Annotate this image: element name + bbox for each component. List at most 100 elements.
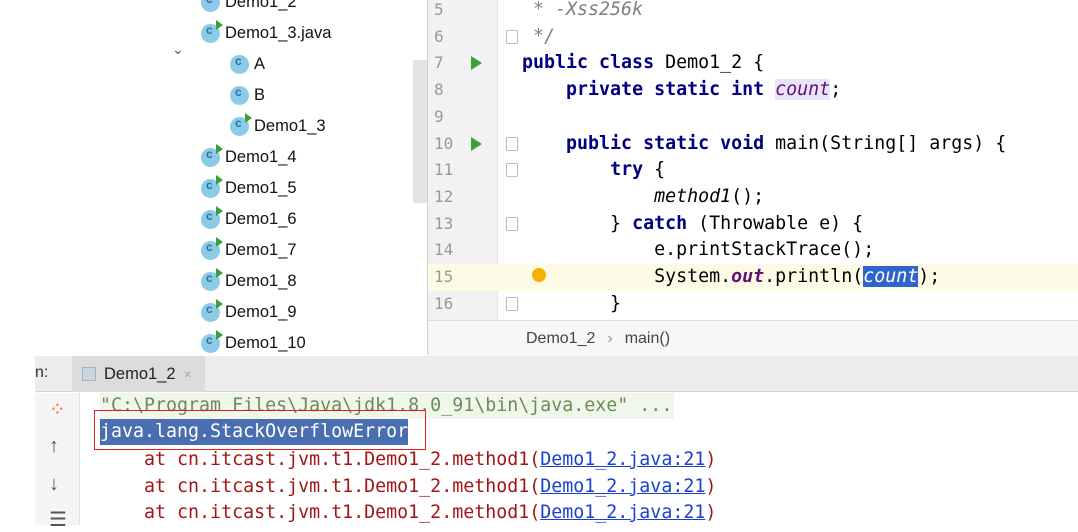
tree-item[interactable]: Demo1_5	[201, 174, 297, 202]
line-number: 7	[434, 53, 444, 73]
java-class-icon	[201, 267, 223, 291]
tree-item-label: Demo1_5	[225, 178, 297, 197]
source-link[interactable]: Demo1_2.java:21	[540, 502, 705, 523]
fold-icon[interactable]	[506, 163, 518, 178]
java-class-icon	[201, 19, 223, 43]
code-text: e.printStackTrace();	[522, 237, 874, 264]
run-panel: n: Demo1_2 × ⁘ ↑ ↓ ☰ "C:\Program Files\J…	[35, 356, 1078, 531]
code-token: {	[643, 159, 666, 181]
tree-item[interactable]: Demo1_2	[201, 0, 297, 16]
breadcrumb-method[interactable]: main()	[625, 330, 670, 348]
line-number: 16	[434, 293, 454, 313]
tree-item[interactable]: Demo1_3	[230, 112, 326, 140]
source-link[interactable]: Demo1_2.java:21	[540, 476, 705, 497]
tree-item-label: Demo1_3.java	[225, 23, 332, 42]
fold-icon[interactable]	[506, 216, 518, 231]
run-tab-bar: n: Demo1_2 ×	[35, 356, 1078, 392]
code-token: System.	[522, 266, 732, 287]
java-class-icon	[230, 85, 249, 105]
code-text: method1();	[522, 184, 764, 211]
code-line[interactable]: 9	[428, 104, 1078, 131]
code-line[interactable]: 10 public static void main(String[] args…	[428, 131, 1078, 158]
code-token: */	[522, 25, 556, 47]
code-token: main(String[] args) {	[775, 132, 1007, 154]
line-number: 10	[434, 133, 454, 153]
code-token: public static void	[566, 132, 776, 154]
code-token: count	[863, 266, 919, 287]
code-line[interactable]: 13 } catch (Throwable e) {	[428, 211, 1078, 238]
tree-item[interactable]: Demo1_9	[201, 298, 297, 326]
tree-item-label: Demo1_6	[225, 209, 297, 228]
debug-icon[interactable]: ⁘	[49, 397, 66, 422]
code-editor[interactable]: 5 * -Xss256k 6 */7 public class Demo1_2 {8…	[428, 0, 1078, 320]
fold-icon[interactable]	[506, 296, 518, 311]
code-line[interactable]: 14 e.printStackTrace();	[428, 237, 1078, 264]
code-token: (Throwable e) {	[687, 212, 864, 234]
code-text: try {	[522, 157, 665, 184]
arrow-down-icon[interactable]: ↓	[49, 473, 59, 496]
code-token: method1	[654, 185, 732, 207]
java-class-icon	[201, 236, 223, 260]
code-token: out	[731, 266, 765, 287]
line-number: 15	[434, 267, 454, 286]
chevron-down-icon[interactable]: ⌄	[172, 41, 184, 58]
trace-text: at cn.itcast.jvm.t1.Demo1_2.method1(	[100, 449, 541, 470]
code-line[interactable]: 16 }	[428, 291, 1078, 318]
tree-item[interactable]: Demo1_6	[201, 205, 297, 233]
close-tab-icon[interactable]: ×	[184, 366, 192, 382]
breadcrumb-separator: ›	[607, 329, 613, 347]
code-text: }	[522, 291, 621, 318]
run-toolbar: ⁘ ↑ ↓ ☰	[35, 393, 80, 531]
highlight-box	[94, 410, 426, 450]
tree-item[interactable]: Demo1_10	[201, 329, 306, 357]
run-gutter-icon[interactable]	[471, 56, 482, 71]
line-number: 8	[434, 80, 444, 100]
tree-item[interactable]: A	[230, 50, 265, 78]
trace-text: )	[705, 475, 717, 497]
fold-icon[interactable]	[506, 29, 518, 44]
code-line[interactable]: 7 public class Demo1_2 {	[428, 50, 1078, 77]
code-text: */	[522, 24, 555, 51]
tree-item[interactable]: Demo1_4	[201, 143, 297, 171]
tree-item[interactable]: B	[230, 81, 265, 109]
code-token: .println(	[764, 266, 864, 287]
java-class-icon	[201, 298, 223, 322]
java-class-icon	[201, 174, 223, 198]
code-line[interactable]: 11 try {	[428, 157, 1078, 184]
run-panel-label: n:	[35, 364, 49, 381]
code-text: * -Xss256k	[522, 0, 643, 24]
code-token: private static int	[566, 79, 776, 101]
code-line[interactable]: 15 System.out.println(count);	[428, 264, 1078, 291]
breadcrumb-class[interactable]: Demo1_2	[526, 330, 595, 348]
arrow-up-icon[interactable]: ↑	[49, 435, 59, 458]
run-gutter-icon[interactable]	[471, 136, 482, 151]
code-token: ();	[731, 185, 765, 207]
tree-item-label: A	[254, 54, 266, 73]
line-number: 11	[434, 160, 454, 180]
code-token: e.printStackTrace();	[522, 239, 875, 261]
trace-text: at cn.itcast.jvm.t1.Demo1_2.method1(	[100, 502, 541, 523]
code-token: Demo1_2 {	[665, 52, 765, 74]
stack-trace-line: at cn.itcast.jvm.t1.Demo1_2.method1(Demo…	[100, 474, 716, 500]
code-line[interactable]: 8 private static int count;	[428, 77, 1078, 104]
tree-item[interactable]: Demo1_7	[201, 236, 297, 264]
soft-wrap-icon[interactable]: ☰	[49, 507, 67, 532]
code-line[interactable]: 5 * -Xss256k	[428, 0, 1078, 24]
line-number: 13	[434, 213, 454, 233]
code-token: }	[522, 292, 622, 314]
tab-demo1-2[interactable]: Demo1_2 ×	[72, 356, 205, 392]
java-class-icon	[201, 329, 223, 353]
code-line[interactable]: 6 */	[428, 24, 1078, 51]
trace-text: )	[705, 449, 717, 470]
tree-item[interactable]: Demo1_8	[201, 267, 297, 295]
fold-icon[interactable]	[506, 136, 518, 151]
source-link[interactable]: Demo1_2.java:21	[540, 449, 705, 470]
tree-item[interactable]: Demo1_3.java	[201, 19, 331, 47]
code-token: * -Xss256k	[522, 0, 644, 20]
tree-item-label: Demo1_8	[225, 271, 297, 290]
tree-scrollbar[interactable]	[413, 60, 427, 203]
code-line[interactable]: 12 method1();	[428, 184, 1078, 211]
